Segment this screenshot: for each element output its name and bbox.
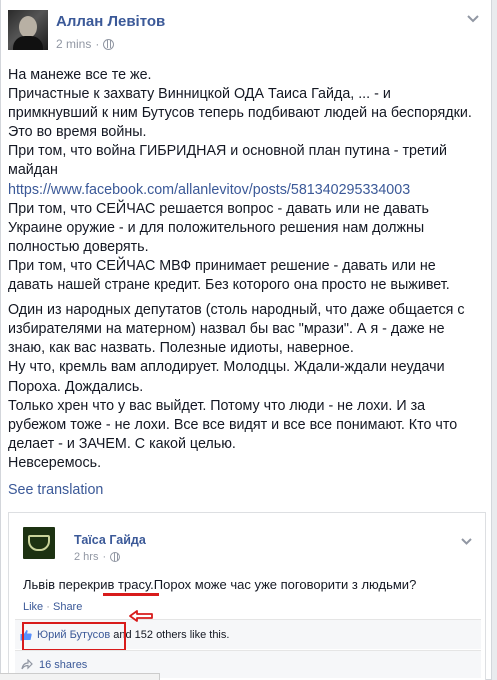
like-button[interactable]: Like <box>23 601 43 613</box>
chevron-down-icon[interactable] <box>460 537 473 546</box>
post-paragraph: Причастные к захвату Винницкой ОДА Таиса… <box>8 86 472 141</box>
shared-header: Таїса Гайда 2 hrs · <box>23 527 463 563</box>
post-meta: 2 mins · <box>56 37 115 51</box>
post-paragraph: Ну что, кремль вам аплодирует. Молодцы. … <box>8 359 445 395</box>
meta-dot: · <box>95 37 100 51</box>
globe-icon <box>103 38 115 50</box>
red-arrow-annotation <box>129 610 153 622</box>
globe-icon <box>110 552 121 562</box>
chevron-down-icon[interactable] <box>466 14 480 24</box>
post-time[interactable]: 2 mins <box>56 37 91 51</box>
shared-post: Таїса Гайда 2 hrs · Львів перекрив трасу… <box>8 512 486 680</box>
share-arrow-icon <box>21 659 33 670</box>
post-paragraph: Невсеремось. <box>8 454 102 471</box>
avatar-face <box>19 16 37 38</box>
post-paragraph: При том, что война ГИБРИДНАЯ и основной … <box>8 143 447 179</box>
shared-time[interactable]: 2 hrs <box>74 551 98 563</box>
post-header: Аллан Левітов 2 mins · <box>8 10 478 58</box>
share-button[interactable]: Share <box>53 601 82 613</box>
avatar-body <box>13 36 43 50</box>
emblem-icon <box>28 535 50 551</box>
see-translation-link[interactable]: See translation <box>8 482 103 498</box>
shared-meta: 2 hrs · <box>74 551 121 563</box>
likes-rest[interactable]: and 152 others like this. <box>113 629 229 641</box>
author-name[interactable]: Аллан Левітов <box>56 13 165 30</box>
status-strip <box>0 673 160 680</box>
post-paragraph: Один из народных депутатов (столь народн… <box>8 302 465 357</box>
meta-dot: · <box>102 551 107 563</box>
post-link[interactable]: https://www.facebook.com/allanlevitov/po… <box>8 182 410 198</box>
post-paragraph: При том, что СЕЙЧАС решается вопрос - да… <box>8 200 429 255</box>
post-paragraph: На манеже все те же. <box>8 67 152 83</box>
shared-actions: Like · Share <box>23 601 82 613</box>
shared-post-text: Львів перекрив трасу.Порох може час уже … <box>23 577 417 592</box>
post-card: Аллан Левітов 2 mins · На манеже все те … <box>0 0 492 680</box>
shared-author-avatar[interactable] <box>23 527 55 559</box>
shared-author-name[interactable]: Таїса Гайда <box>74 533 146 547</box>
red-box-annotation <box>22 622 126 651</box>
author-avatar[interactable] <box>8 10 48 50</box>
post-body: На манеже все те же. Причастные к захват… <box>8 66 480 473</box>
red-underline-annotation <box>103 593 159 596</box>
shares-count[interactable]: 16 shares <box>39 659 87 671</box>
action-dot: · <box>46 601 50 613</box>
post-paragraph: Только хрен что у вас выйдет. Потому что… <box>8 397 458 452</box>
post-paragraph: При том, что СЕЙЧАС МВФ принимает решени… <box>8 257 450 294</box>
